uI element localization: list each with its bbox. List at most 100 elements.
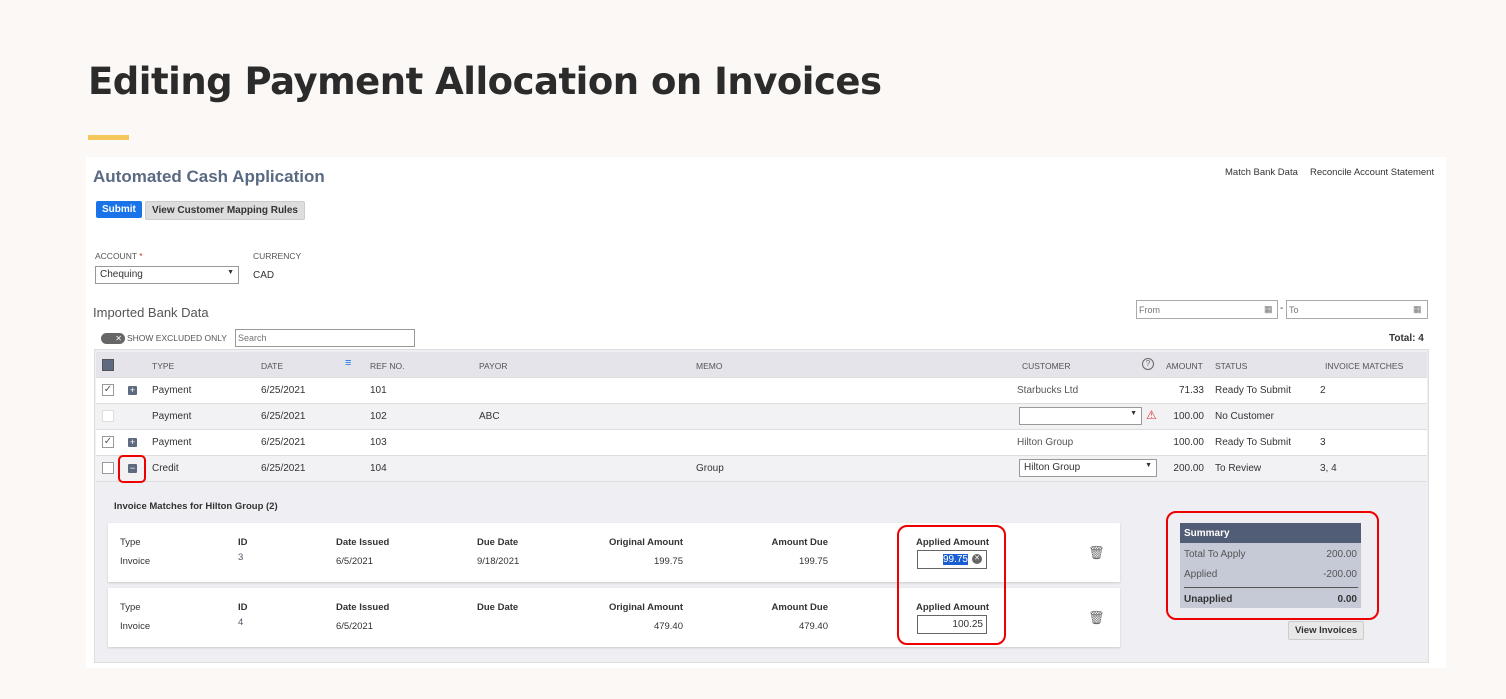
col-status[interactable]: STATUS bbox=[1215, 361, 1247, 371]
cell-matches: 3, 4 bbox=[1320, 463, 1337, 474]
view-invoices-button[interactable]: View Invoices bbox=[1288, 621, 1365, 640]
id-label: ID bbox=[238, 537, 248, 548]
invoice-type: Invoice bbox=[120, 556, 151, 567]
col-amount[interactable]: AMOUNT bbox=[1166, 361, 1203, 371]
cell-ref: 102 bbox=[370, 411, 387, 422]
cell-type: Payment bbox=[152, 437, 192, 448]
customer-select[interactable]: ▼ bbox=[1019, 407, 1142, 425]
cell-memo: Group bbox=[696, 463, 724, 474]
original-amount: 199.75 bbox=[653, 556, 683, 567]
row-checkbox[interactable] bbox=[102, 410, 114, 422]
account-select[interactable]: Chequing ▼ bbox=[95, 266, 239, 284]
account-value: Chequing bbox=[100, 269, 143, 280]
col-type[interactable]: TYPE bbox=[152, 361, 174, 371]
due-date-label: Due Date bbox=[477, 602, 519, 613]
id-label: ID bbox=[238, 602, 248, 613]
amount-due-label: Amount Due bbox=[771, 537, 828, 548]
bank-data-title: Imported Bank Data bbox=[93, 305, 209, 320]
cell-matches: 3 bbox=[1320, 437, 1326, 448]
select-all-checkbox[interactable] bbox=[102, 359, 114, 371]
cell-status: No Customer bbox=[1215, 411, 1274, 422]
view-mapping-rules-button[interactable]: View Customer Mapping Rules bbox=[145, 201, 305, 220]
col-payor[interactable]: PAYOR bbox=[479, 361, 508, 371]
due-date: 9/18/2021 bbox=[477, 556, 520, 567]
accent-bar bbox=[88, 135, 129, 140]
chevron-down-icon: ▼ bbox=[227, 269, 234, 276]
cell-amount: 100.00 bbox=[1173, 411, 1204, 422]
cell-date: 6/25/2021 bbox=[261, 463, 306, 474]
cell-amount: 100.00 bbox=[1173, 437, 1204, 448]
type-label: Type bbox=[120, 602, 141, 613]
cell-type: Payment bbox=[152, 411, 192, 422]
matches-title: Invoice Matches for Hilton Group (2) bbox=[114, 501, 278, 512]
invoice-id-link[interactable]: 3 bbox=[238, 552, 243, 563]
cell-customer: Hilton Group bbox=[1017, 437, 1074, 448]
highlight-outline bbox=[897, 525, 1006, 645]
cell-ref: 103 bbox=[370, 437, 387, 448]
match-bank-data-link[interactable]: Match Bank Data bbox=[1225, 167, 1298, 178]
trash-icon[interactable]: 🗑 bbox=[1088, 545, 1105, 561]
row-checkbox[interactable]: ✓ bbox=[102, 436, 114, 448]
app-title: Automated Cash Application bbox=[93, 167, 325, 186]
invoice-type: Invoice bbox=[120, 621, 151, 632]
cell-status: Ready To Submit bbox=[1215, 437, 1291, 448]
from-date-input[interactable] bbox=[1136, 300, 1278, 319]
chevron-down-icon: ▼ bbox=[1130, 410, 1137, 417]
to-date-input[interactable] bbox=[1286, 300, 1428, 319]
col-ref[interactable]: REF NO. bbox=[370, 361, 404, 371]
cell-amount: 71.33 bbox=[1178, 385, 1204, 396]
chevron-down-icon: ▼ bbox=[1145, 462, 1152, 469]
highlight-outline bbox=[1166, 511, 1379, 620]
show-excluded-label: SHOW EXCLUDED ONLY bbox=[127, 333, 227, 343]
sort-icon[interactable]: ≡ bbox=[345, 357, 351, 369]
col-invoice-matches[interactable]: INVOICE MATCHES bbox=[1325, 361, 1403, 371]
date-issued: 6/5/2021 bbox=[336, 621, 373, 632]
date-issued: 6/5/2021 bbox=[336, 556, 373, 567]
cell-amount: 200.00 bbox=[1173, 463, 1204, 474]
expand-icon[interactable]: + bbox=[128, 386, 137, 395]
date-range-separator: - bbox=[1280, 303, 1284, 314]
cell-date: 6/25/2021 bbox=[261, 385, 306, 396]
cell-status: To Review bbox=[1215, 463, 1262, 474]
required-marker: * bbox=[139, 251, 143, 261]
account-label: ACCOUNT bbox=[95, 251, 137, 261]
original-amount-label: Original Amount bbox=[608, 537, 683, 548]
type-label: Type bbox=[120, 537, 141, 548]
slide-title: Editing Payment Allocation on Invoices bbox=[88, 60, 882, 103]
highlight-outline bbox=[118, 455, 146, 483]
warning-icon: ⚠ bbox=[1146, 408, 1157, 422]
cell-type: Payment bbox=[152, 385, 192, 396]
show-excluded-toggle[interactable]: ✕ bbox=[101, 333, 125, 344]
calendar-icon[interactable]: ▦ bbox=[1413, 304, 1422, 315]
cell-payor: ABC bbox=[479, 411, 500, 422]
cell-date: 6/25/2021 bbox=[261, 411, 306, 422]
expand-icon[interactable]: + bbox=[128, 438, 137, 447]
invoice-id-link[interactable]: 4 bbox=[238, 617, 243, 628]
col-date[interactable]: DATE bbox=[261, 361, 283, 371]
total-count: Total: 4 bbox=[1389, 333, 1424, 344]
reconcile-link[interactable]: Reconcile Account Statement bbox=[1310, 167, 1434, 178]
cell-ref: 101 bbox=[370, 385, 387, 396]
trash-icon[interactable]: 🗑 bbox=[1088, 610, 1105, 626]
date-issued-label: Date Issued bbox=[336, 602, 390, 613]
help-icon[interactable]: ? bbox=[1142, 358, 1154, 370]
submit-button[interactable]: Submit bbox=[96, 201, 142, 218]
col-customer[interactable]: CUSTOMER bbox=[1022, 361, 1071, 371]
cell-type: Credit bbox=[152, 463, 179, 474]
amount-due-label: Amount Due bbox=[771, 602, 828, 613]
currency-value: CAD bbox=[253, 270, 275, 281]
amount-due: 479.40 bbox=[798, 621, 828, 632]
col-memo[interactable]: MEMO bbox=[696, 361, 722, 371]
row-checkbox[interactable]: ✓ bbox=[102, 384, 114, 396]
row-checkbox[interactable] bbox=[102, 462, 114, 474]
calendar-icon[interactable]: ▦ bbox=[1264, 304, 1273, 315]
currency-label: CURRENCY bbox=[253, 251, 302, 261]
amount-due: 199.75 bbox=[798, 556, 828, 567]
customer-select[interactable]: Hilton Group ▼ bbox=[1019, 459, 1157, 477]
date-issued-label: Date Issued bbox=[336, 537, 390, 548]
cell-ref: 104 bbox=[370, 463, 387, 474]
customer-value: Hilton Group bbox=[1024, 462, 1081, 473]
due-date-label: Due Date bbox=[477, 537, 519, 548]
cell-matches: 2 bbox=[1320, 385, 1326, 396]
search-input[interactable] bbox=[235, 329, 415, 347]
